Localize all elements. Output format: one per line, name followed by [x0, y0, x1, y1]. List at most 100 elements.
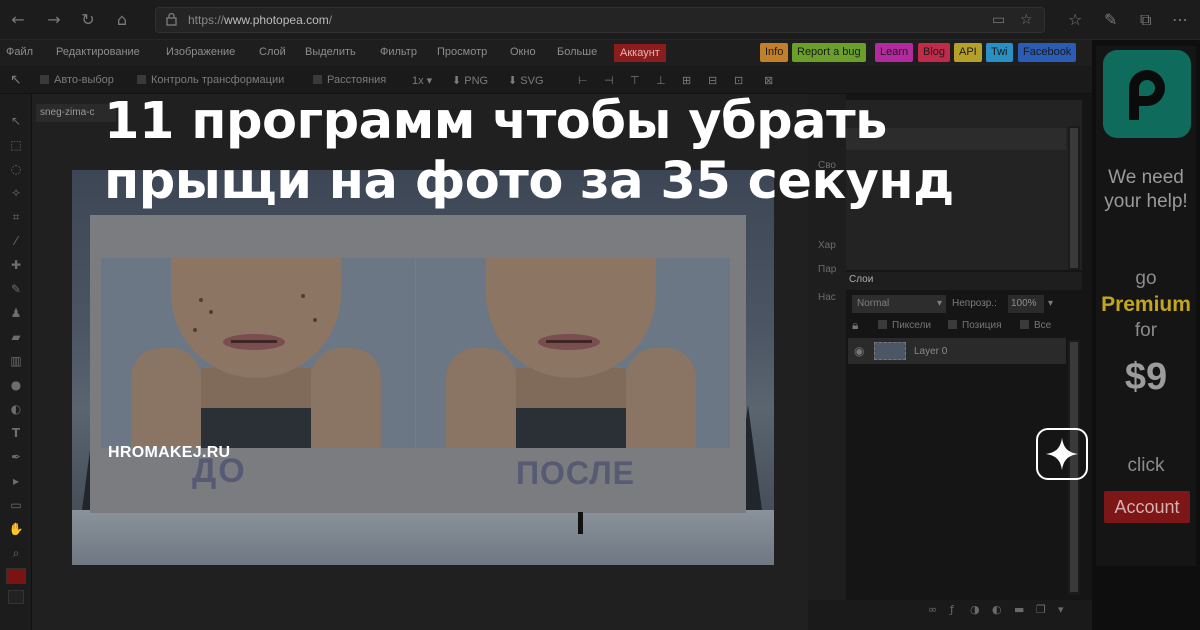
panel-paragraph-tab[interactable]: Пар: [818, 264, 836, 275]
home-icon[interactable]: ⌂: [112, 10, 132, 30]
align-right-icon[interactable]: ⊤: [630, 74, 640, 87]
info-link[interactable]: Info: [760, 43, 789, 62]
favorites-icon[interactable]: ☆: [1068, 10, 1082, 29]
menu-image[interactable]: Изображение: [166, 46, 235, 58]
move-icon[interactable]: ↖: [7, 112, 25, 130]
menu-file[interactable]: Файл: [6, 46, 33, 58]
more-icon[interactable]: ⋯: [1172, 10, 1188, 29]
menu-edit[interactable]: Редактирование: [56, 46, 140, 58]
align-middle-icon[interactable]: ⊞: [682, 74, 691, 87]
gradient-icon[interactable]: ▥: [7, 352, 25, 370]
address-bar[interactable]: https://www.photopea.com/ ▭ ☆: [155, 7, 1045, 33]
brush-icon[interactable]: ✎: [7, 280, 25, 298]
forward-icon[interactable]: →: [44, 10, 64, 30]
history-scroll-thumb[interactable]: [1070, 128, 1078, 268]
layers-panel-header: [846, 272, 1082, 290]
lock-icon: [166, 13, 177, 26]
zoom-select[interactable]: 1x ▾: [412, 74, 432, 87]
trash-icon[interactable]: ▾: [1058, 603, 1070, 616]
menu-filter[interactable]: Фильтр: [380, 46, 417, 58]
layers-tab[interactable]: Слои: [849, 274, 873, 285]
align-bottom-icon[interactable]: ⊟: [708, 74, 717, 87]
tool-options-bar: ↖ Авто-выбор Контроль трансформации Расс…: [0, 66, 1092, 94]
sparkle-badge[interactable]: [1036, 428, 1088, 480]
after-label: ПОСЛЕ: [516, 455, 635, 491]
distribute-spacing-icon[interactable]: ⊠: [764, 74, 773, 87]
lock-pixels-checkbox[interactable]: Пиксели: [878, 320, 931, 331]
twitter-link[interactable]: Twi: [986, 43, 1013, 62]
new-layer-icon[interactable]: ❐: [1036, 603, 1048, 616]
lock-position-checkbox[interactable]: Позиция: [948, 320, 1002, 331]
eye-icon[interactable]: ◉: [854, 344, 864, 358]
menu-select[interactable]: Выделить: [305, 46, 356, 58]
adjustment-icon[interactable]: ◐: [992, 603, 1004, 616]
type-icon[interactable]: T: [7, 424, 25, 442]
menu-window[interactable]: Окно: [510, 46, 536, 58]
path-select-icon[interactable]: ▸: [7, 472, 25, 490]
pen-icon[interactable]: ✒: [7, 448, 25, 466]
layer-name[interactable]: Layer 0: [914, 346, 947, 357]
shape-icon[interactable]: ▭: [7, 496, 25, 514]
hand-shape: [446, 348, 516, 448]
profile-icon[interactable]: ✎: [1104, 10, 1117, 29]
export-png-button[interactable]: ⬇ PNG: [452, 74, 488, 87]
blend-mode-select[interactable]: Normal ▾: [852, 295, 946, 313]
ad-account-button[interactable]: Account: [1104, 491, 1190, 523]
clone-stamp-icon[interactable]: ♟: [7, 304, 25, 322]
eyedropper-icon[interactable]: ⁄: [7, 232, 25, 250]
learn-link[interactable]: Learn: [875, 43, 914, 62]
eraser-icon[interactable]: ▰: [7, 328, 25, 346]
foreground-color-swatch[interactable]: [6, 568, 26, 584]
distances-checkbox[interactable]: Расстояния: [313, 74, 386, 86]
before-photo: [101, 258, 415, 448]
mask-icon[interactable]: ◑: [970, 603, 982, 616]
marquee-icon[interactable]: ⬚: [7, 136, 25, 154]
collections-icon[interactable]: ⧉: [1140, 10, 1151, 30]
panel-settings-tab[interactable]: Нас: [818, 292, 836, 303]
transform-controls-checkbox[interactable]: Контроль трансформации: [137, 74, 284, 86]
distribute-icon[interactable]: ⊡: [734, 74, 743, 87]
dodge-icon[interactable]: ◐: [7, 400, 25, 418]
account-menu-button[interactable]: Аккаунт: [614, 44, 666, 62]
folder-icon[interactable]: ▬: [1014, 603, 1026, 616]
align-center-icon[interactable]: ⊣: [604, 74, 614, 87]
source-site: HROMAKEJ.RU: [108, 444, 231, 461]
lasso-icon[interactable]: ◌: [7, 160, 25, 178]
healing-brush-icon[interactable]: ✚: [7, 256, 25, 274]
zoom-icon[interactable]: ⌕: [7, 544, 25, 562]
menu-layer[interactable]: Слой: [259, 46, 286, 58]
hand-shape: [626, 348, 696, 448]
report-bug-link[interactable]: Report a bug: [792, 43, 866, 62]
acne-spot: [313, 318, 317, 322]
blur-icon[interactable]: ●: [7, 376, 25, 394]
layer-style-icon[interactable]: ƒ: [950, 603, 962, 616]
facebook-link[interactable]: Facebook: [1018, 43, 1077, 62]
export-svg-button[interactable]: ⬇ SVG: [508, 74, 544, 87]
reader-icon[interactable]: ▭: [992, 12, 1005, 28]
panel-characters-tab[interactable]: Хар: [818, 240, 836, 251]
blog-link[interactable]: Blog: [918, 43, 951, 62]
ad-price: $9: [1124, 356, 1168, 398]
crop-icon[interactable]: ⌗: [7, 208, 25, 226]
acne-spot: [193, 328, 197, 332]
article-headline: 11 программ чтобы убрать прыщи на фото з…: [104, 92, 954, 211]
background-color-swatch[interactable]: [8, 590, 24, 604]
back-icon[interactable]: ←: [8, 10, 28, 30]
opacity-dropdown-icon[interactable]: ▾: [1048, 298, 1053, 309]
layer-thumbnail: [874, 342, 906, 360]
link-layers-icon[interactable]: ∞: [928, 603, 940, 616]
align-top-icon[interactable]: ⊥: [656, 74, 666, 87]
reload-icon[interactable]: ↻: [78, 10, 98, 30]
lock-all-checkbox[interactable]: Все: [1020, 320, 1051, 331]
menu-more[interactable]: Больше: [557, 46, 597, 58]
move-tool-icon[interactable]: ↖: [10, 71, 22, 88]
star-icon[interactable]: ☆: [1020, 12, 1033, 28]
align-left-icon[interactable]: ⊢: [578, 74, 588, 87]
browser-toolbar: ← → ↻ ⌂ https://www.photopea.com/ ▭ ☆ ☆ …: [0, 0, 1200, 40]
magic-wand-icon[interactable]: ✧: [7, 184, 25, 202]
auto-select-checkbox[interactable]: Авто-выбор: [40, 74, 114, 86]
opacity-input[interactable]: 100%: [1008, 295, 1044, 313]
api-link[interactable]: API: [954, 43, 982, 62]
hand-icon[interactable]: ✋: [7, 520, 25, 538]
menu-view[interactable]: Просмотр: [437, 46, 487, 58]
